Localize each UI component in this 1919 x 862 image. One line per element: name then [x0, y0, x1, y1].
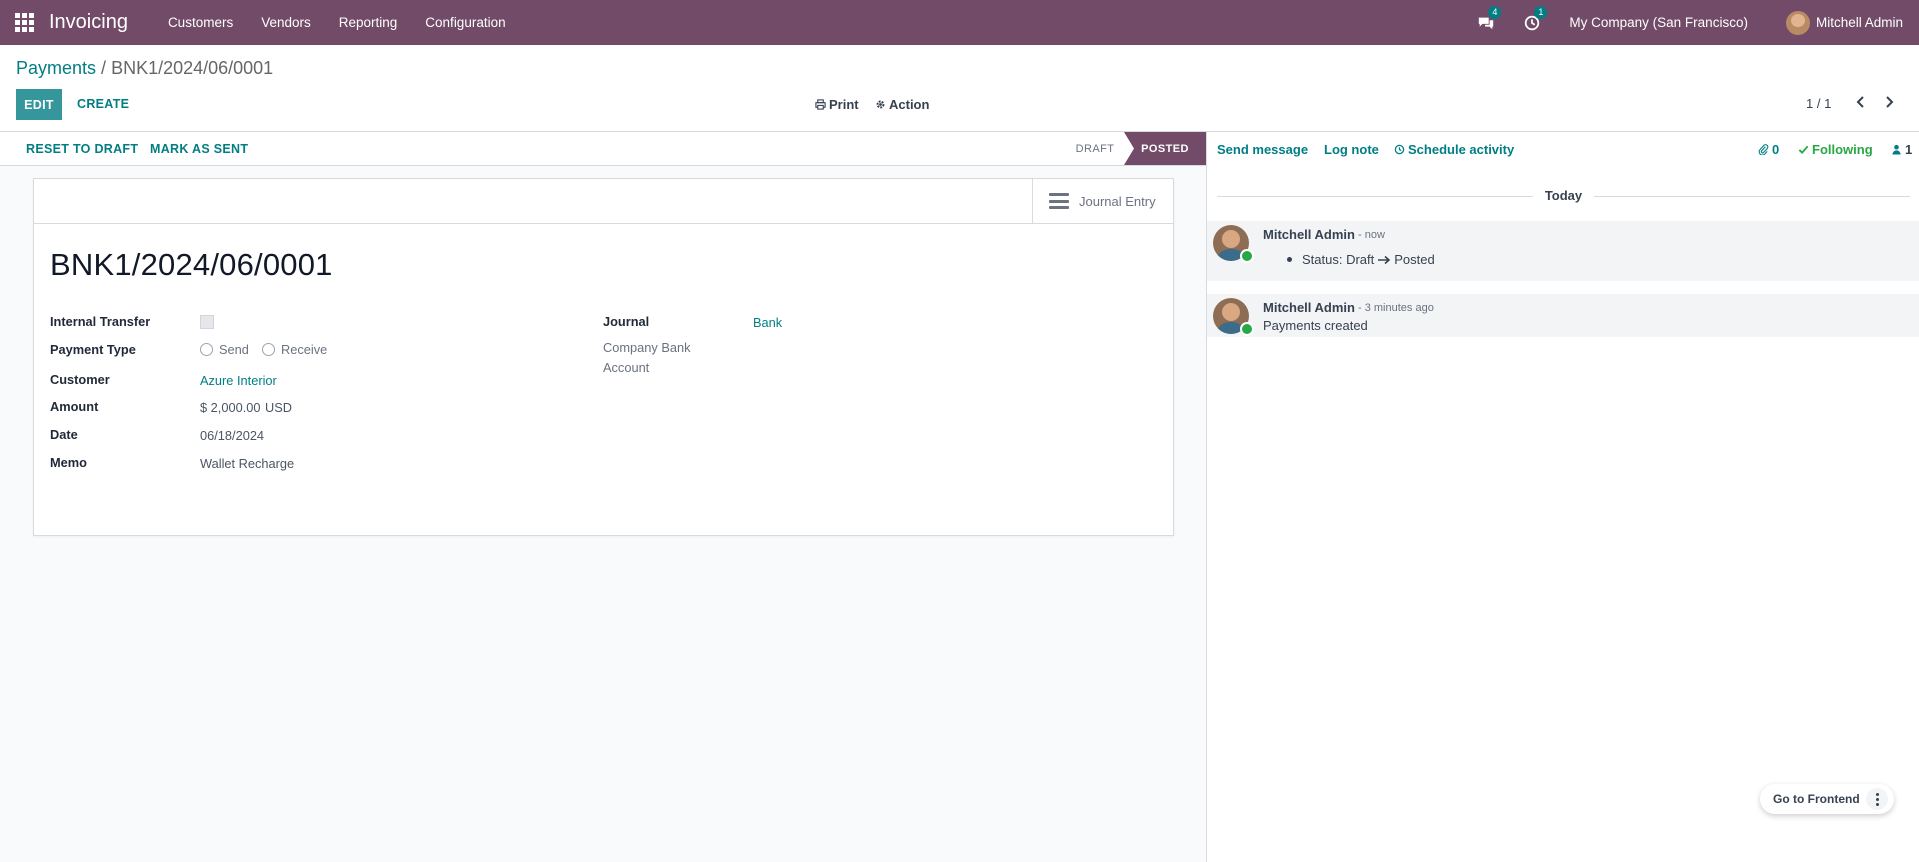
following-button[interactable]: Following — [1798, 142, 1873, 157]
messages-badge: 4 — [1488, 5, 1502, 19]
user-menu[interactable]: Mitchell Admin — [1785, 10, 1903, 35]
menu-reporting[interactable]: Reporting — [339, 15, 398, 30]
attachments-button[interactable]: 0 — [1758, 142, 1779, 157]
company-bank-label-line1: Company Bank — [603, 340, 691, 355]
activities-badge: 1 — [1534, 5, 1548, 19]
print-button[interactable]: Print — [815, 97, 859, 112]
chatter-message[interactable]: Mitchell Admin - now Status: Draft Poste… — [1207, 221, 1919, 281]
payment-type-label: Payment Type — [50, 342, 136, 357]
messaging-button[interactable]: 4 — [1477, 5, 1502, 32]
internal-transfer-label: Internal Transfer — [50, 314, 151, 329]
following-label: Following — [1812, 142, 1873, 157]
user-icon — [1892, 144, 1901, 155]
menu-vendors[interactable]: Vendors — [261, 15, 311, 30]
gear-icon — [876, 100, 885, 109]
breadcrumb-payments[interactable]: Payments — [16, 58, 96, 78]
top-navbar: Invoicing Customers Vendors Reporting Co… — [0, 0, 1919, 45]
form-statusbar: RESET TO DRAFT MARK AS SENT DRAFT POSTED — [0, 132, 1206, 166]
breadcrumb-separator: / — [96, 58, 112, 78]
date-value: 06/18/2024 — [200, 428, 265, 443]
clock-icon — [1394, 144, 1405, 155]
form-sheet: Journal Entry BNK1/2024/06/0001 Internal… — [33, 178, 1174, 536]
smart-button-box: Journal Entry — [34, 179, 1173, 224]
apps-menu-icon[interactable] — [15, 12, 35, 33]
bars-icon — [1049, 193, 1069, 209]
schedule-activity-button[interactable]: Schedule activity — [1394, 142, 1514, 157]
go-to-frontend-widget: Go to Frontend — [1760, 784, 1894, 814]
attachments-count: 0 — [1772, 142, 1780, 157]
memo-value: Wallet Recharge — [200, 456, 295, 471]
control-panel: Payments / BNK1/2024/06/0001 EDIT CREATE… — [0, 45, 1919, 132]
customer-label: Customer — [50, 372, 110, 387]
send-label: Send — [219, 342, 249, 357]
journal-value[interactable]: Bank — [753, 315, 782, 330]
menu-configuration[interactable]: Configuration — [425, 15, 505, 30]
followers-count: 1 — [1905, 142, 1913, 157]
menu-customers[interactable]: Customers — [168, 15, 233, 30]
user-avatar — [1785, 10, 1810, 35]
check-icon — [1798, 145, 1809, 155]
online-status-icon — [1240, 322, 1254, 336]
tracking-value: Status: Draft Posted — [1287, 252, 1435, 267]
message-body: Payments created — [1263, 318, 1368, 333]
breadcrumb: Payments / BNK1/2024/06/0001 — [16, 58, 273, 79]
action-button[interactable]: Action — [875, 97, 929, 112]
followers-button[interactable]: 1 — [1891, 142, 1912, 157]
edit-button[interactable]: EDIT — [16, 89, 62, 120]
app-brand[interactable]: Invoicing — [49, 11, 128, 34]
payment-type-receive-radio[interactable]: Receive — [262, 342, 327, 357]
journal-label: Journal — [603, 314, 650, 329]
bullet-icon — [1287, 257, 1292, 262]
journal-entry-label: Journal Entry — [1079, 193, 1156, 209]
navbar-systray: 4 1 My Company (San Francisco) Mitchell … — [1477, 0, 1919, 45]
activities-button[interactable]: 1 — [1523, 5, 1548, 32]
pager-value[interactable]: 1 / 1 — [1806, 96, 1831, 111]
paperclip-icon — [1758, 144, 1769, 155]
chevron-left-icon[interactable] — [1854, 95, 1868, 109]
radio-circle-icon — [200, 343, 213, 356]
amount-label: Amount — [50, 399, 99, 414]
log-note-button[interactable]: Log note — [1324, 142, 1379, 157]
company-bank-label-line2: Account — [603, 360, 650, 375]
message-date: - 3 minutes ago — [1358, 302, 1434, 314]
radio-circle-icon — [262, 343, 275, 356]
currency-value: USD — [265, 400, 293, 415]
chevron-right-icon[interactable] — [1882, 95, 1896, 109]
company-switcher[interactable]: My Company (San Francisco) — [1569, 15, 1748, 30]
send-message-button[interactable]: Send message — [1217, 142, 1308, 157]
more-options-icon[interactable] — [1866, 788, 1888, 810]
date-label: Date — [50, 427, 78, 442]
stage-draft[interactable]: DRAFT — [1066, 132, 1124, 165]
reset-to-draft-button[interactable]: RESET TO DRAFT — [26, 142, 138, 156]
tracking-new-value: Posted — [1394, 252, 1435, 267]
chatter-message[interactable]: Mitchell Admin - 3 minutes ago Payments … — [1207, 294, 1919, 337]
message-author[interactable]: Mitchell Admin — [1263, 300, 1355, 315]
memo-label: Memo — [50, 455, 87, 470]
print-label: Print — [829, 97, 859, 112]
company-bank-account-label: Company Bank Account — [603, 338, 691, 378]
mark-as-sent-button[interactable]: MARK AS SENT — [150, 142, 248, 156]
printer-icon — [815, 99, 826, 110]
payment-type-send-radio[interactable]: Send — [200, 342, 249, 357]
internal-transfer-checkbox[interactable] — [200, 315, 214, 329]
go-to-frontend-button[interactable]: Go to Frontend — [1773, 792, 1860, 806]
receive-label: Receive — [281, 342, 328, 357]
journal-entry-button[interactable]: Journal Entry — [1032, 179, 1173, 223]
today-separator: Today — [1544, 188, 1583, 203]
customer-value[interactable]: Azure Interior — [200, 373, 277, 388]
arrow-right-icon — [1378, 255, 1391, 264]
user-name: Mitchell Admin — [1815, 15, 1903, 30]
message-author[interactable]: Mitchell Admin — [1263, 227, 1355, 242]
online-status-icon — [1240, 249, 1254, 263]
amount-value: $ 2,000.00 — [200, 400, 261, 415]
create-button[interactable]: CREATE — [77, 97, 129, 111]
action-label: Action — [889, 97, 930, 112]
chatter-panel: Send message Log note Schedule activity … — [1206, 132, 1919, 862]
schedule-activity-label: Schedule activity — [1408, 142, 1515, 157]
stage-posted[interactable]: POSTED — [1124, 132, 1206, 165]
breadcrumb-current: BNK1/2024/06/0001 — [111, 58, 274, 78]
message-date: - now — [1358, 229, 1385, 241]
record-title: BNK1/2024/06/0001 — [50, 247, 333, 282]
tracking-old-value: Status: Draft — [1302, 252, 1375, 267]
